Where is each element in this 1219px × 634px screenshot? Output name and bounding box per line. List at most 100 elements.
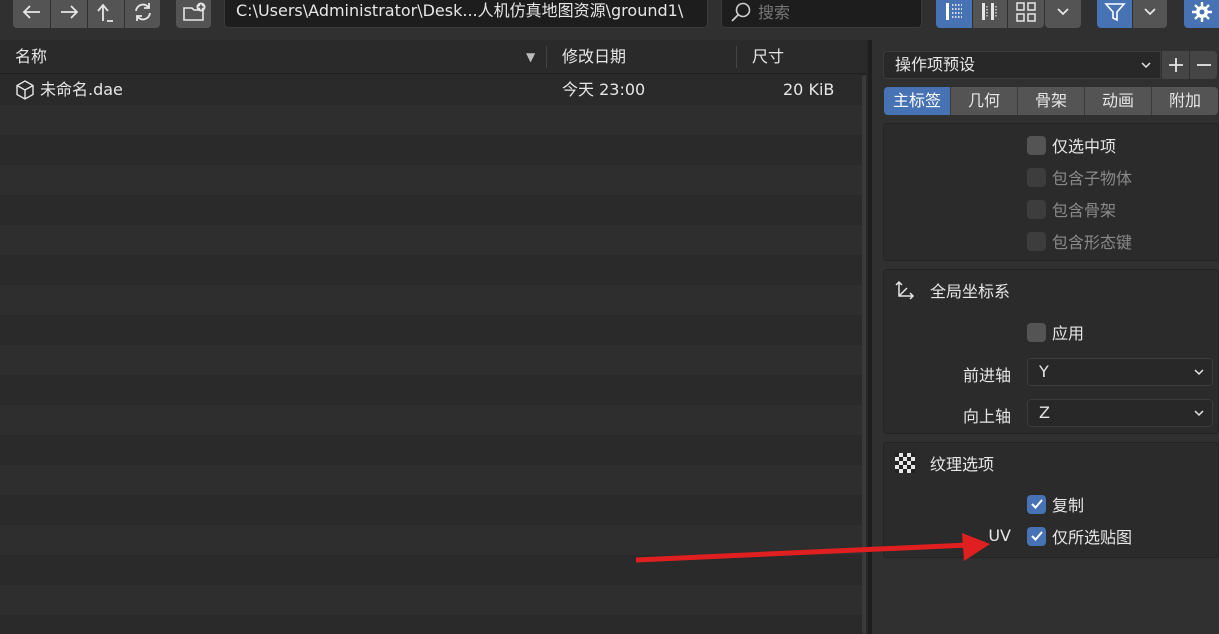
- forward-axis-dropdown[interactable]: Y: [1027, 358, 1213, 386]
- global-orientation-box: 全局坐标系 应用 前进轴 Y 向上轴 Z: [883, 269, 1219, 434]
- empty-row: [0, 525, 866, 555]
- chevron-down-icon: [1144, 8, 1156, 16]
- settings-button[interactable]: [1184, 0, 1219, 28]
- forward-button[interactable]: [51, 0, 87, 28]
- texture-options-box: 纹理选项 复制 UV 仅所选贴图: [883, 442, 1219, 558]
- tab-extra[interactable]: 附加: [1152, 87, 1218, 115]
- arrow-left-icon: [22, 5, 40, 19]
- checkbox-checked[interactable]: [1027, 526, 1046, 546]
- chevron-down-icon: [1193, 359, 1205, 393]
- vertical-list-icon: [946, 3, 962, 20]
- add-preset-button[interactable]: [1162, 51, 1189, 79]
- copy-textures-checkbox[interactable]: 复制: [1027, 493, 1084, 515]
- operator-preset-label: 操作项预设: [895, 55, 976, 74]
- checkbox[interactable]: [1027, 231, 1046, 251]
- filter-toggle-button[interactable]: [1097, 0, 1132, 28]
- file-name: 未命名.dae: [40, 80, 123, 99]
- apply-orientation-checkbox[interactable]: 应用: [1027, 321, 1084, 343]
- gear-icon: [1191, 2, 1212, 22]
- column-size-header[interactable]: 尺寸: [752, 40, 784, 74]
- operator-options-panel: 操作项预设 主标签 几何 骨架 动画 附加 仅选中项 包含子物体 包含骨架 包含…: [872, 40, 1219, 634]
- file-list-area: 名称 ▼ 修改日期 尺寸 未命名.dae 今天 23:00 20 KiB: [0, 40, 866, 634]
- file-row[interactable]: 未命名.dae 今天 23:00 20 KiB: [0, 75, 866, 105]
- only-selected-map-checkbox[interactable]: 仅所选贴图: [1027, 525, 1132, 547]
- new-folder-button[interactable]: [176, 0, 211, 28]
- refresh-icon: [134, 3, 151, 21]
- plus-icon: [1168, 58, 1183, 72]
- checkbox[interactable]: [1027, 167, 1046, 187]
- column-date-header[interactable]: 修改日期: [562, 40, 626, 74]
- minus-icon: [1196, 64, 1211, 66]
- checkmark-icon: [1030, 499, 1043, 509]
- empty-row: [0, 105, 866, 135]
- display-thumbnails-button[interactable]: [1008, 0, 1044, 28]
- chevron-down-icon: [1140, 52, 1152, 86]
- display-horizontal-list-button[interactable]: [973, 0, 1007, 28]
- column-name-header[interactable]: 名称: [15, 40, 47, 74]
- directory-path-field[interactable]: C:\Users\Administrator\Desk...人机仿真地图资源\g…: [224, 0, 708, 28]
- operator-preset-select[interactable]: 操作项预设: [883, 51, 1161, 79]
- empty-row: [0, 225, 866, 255]
- search-field[interactable]: [721, 0, 922, 28]
- empty-row: [0, 495, 866, 525]
- include-armatures-checkbox[interactable]: 包含骨架: [1027, 198, 1116, 220]
- empty-row: [0, 345, 866, 375]
- horizontal-list-icon: [982, 3, 997, 20]
- tab-armature[interactable]: 骨架: [1018, 87, 1085, 115]
- checkerboard-texture-icon: [895, 453, 915, 473]
- new-folder-icon: [182, 2, 205, 21]
- file-size: 20 KiB: [783, 80, 835, 99]
- display-settings-dropdown[interactable]: [1045, 0, 1081, 28]
- texture-options-title: 纹理选项: [930, 455, 995, 474]
- empty-row: [0, 165, 866, 195]
- tab-main[interactable]: 主标签: [884, 87, 951, 115]
- file-rows: 未命名.dae 今天 23:00 20 KiB: [0, 75, 866, 634]
- uv-label: UV: [988, 526, 1011, 545]
- checkmark-icon: [1030, 531, 1043, 541]
- checkbox[interactable]: [1027, 135, 1046, 155]
- empty-row: [0, 285, 866, 315]
- empty-row: [0, 195, 866, 225]
- column-separator[interactable]: [546, 46, 547, 68]
- file-browser-toolbar: C:\Users\Administrator\Desk...人机仿真地图资源\g…: [0, 0, 1219, 40]
- forward-axis-label: 前进轴: [962, 366, 1011, 385]
- checkbox[interactable]: [1027, 199, 1046, 219]
- filter-settings-dropdown[interactable]: [1133, 0, 1167, 28]
- selected-only-checkbox[interactable]: 仅选中项: [1027, 134, 1116, 156]
- parent-directory-button[interactable]: [88, 0, 124, 28]
- search-input[interactable]: [758, 2, 908, 22]
- tab-geometry[interactable]: 几何: [951, 87, 1018, 115]
- search-icon: [731, 2, 751, 22]
- empty-row: [0, 435, 866, 465]
- empty-row: [0, 555, 866, 585]
- mesh-file-icon: [14, 79, 36, 101]
- filter-icon: [1103, 3, 1126, 22]
- empty-row: [0, 405, 866, 435]
- tab-animation[interactable]: 动画: [1085, 87, 1152, 115]
- checkbox-checked[interactable]: [1027, 494, 1046, 514]
- checkbox[interactable]: [1027, 322, 1046, 342]
- orientation-icon: [895, 280, 915, 300]
- refresh-button[interactable]: [125, 0, 160, 28]
- up-axis-dropdown[interactable]: Z: [1027, 399, 1213, 427]
- remove-preset-button[interactable]: [1190, 51, 1217, 79]
- include-children-checkbox[interactable]: 包含子物体: [1027, 166, 1132, 188]
- column-separator[interactable]: [736, 46, 737, 68]
- sort-descending-icon[interactable]: ▼: [526, 40, 535, 74]
- arrow-right-icon: [61, 5, 79, 19]
- back-button[interactable]: [13, 0, 50, 28]
- vertical-scrollbar[interactable]: [862, 75, 866, 634]
- global-orientation-header[interactable]: 全局坐标系: [884, 270, 1218, 310]
- chevron-down-icon: [1193, 400, 1205, 434]
- display-vertical-list-button[interactable]: [936, 0, 972, 28]
- chevron-down-icon: [1057, 8, 1069, 16]
- file-date: 今天 23:00: [562, 80, 646, 99]
- global-orientation-title: 全局坐标系: [930, 282, 1011, 301]
- parent-directory-icon: [97, 3, 113, 22]
- empty-row: [0, 375, 866, 405]
- empty-row: [0, 465, 866, 495]
- include-shape-keys-checkbox[interactable]: 包含形态键: [1027, 230, 1132, 252]
- up-axis-label: 向上轴: [962, 407, 1011, 426]
- thumbnails-icon: [1016, 2, 1036, 22]
- texture-options-header[interactable]: 纹理选项: [884, 443, 1218, 483]
